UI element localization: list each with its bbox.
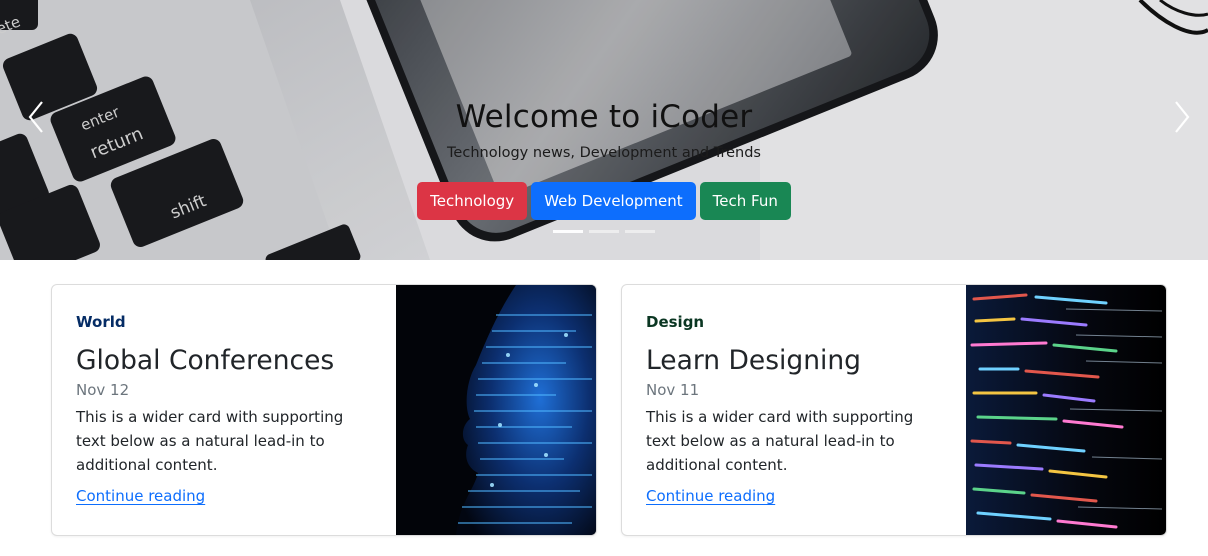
carousel-indicators bbox=[0, 230, 1208, 233]
card-thumbnail-ai-head bbox=[396, 285, 596, 535]
article-card-learn-designing: Design Learn Designing Nov 11 This is a … bbox=[621, 284, 1167, 536]
card-date: Nov 11 bbox=[646, 381, 700, 399]
carousel-subtitle: Technology news, Development and Trends bbox=[447, 145, 761, 161]
card-category: World bbox=[76, 313, 126, 331]
card-body: World Global Conferences Nov 12 This is … bbox=[76, 312, 376, 506]
card-text: This is a wider card with supporting tex… bbox=[76, 408, 344, 474]
card-title: Global Conferences bbox=[76, 345, 335, 376]
carousel-indicator-2[interactable] bbox=[589, 230, 619, 233]
card-date: Nov 12 bbox=[76, 381, 130, 399]
article-card-global-conferences: World Global Conferences Nov 12 This is … bbox=[51, 284, 597, 536]
continue-reading-link[interactable]: Continue reading bbox=[76, 487, 205, 505]
hero-carousel: ete enter return shift Welcome to iCoder bbox=[0, 0, 1208, 260]
carousel-caption: Welcome to iCoder Technology news, Devel… bbox=[0, 96, 1208, 220]
technology-button[interactable]: Technology bbox=[417, 182, 528, 220]
card-body: Design Learn Designing Nov 11 This is a … bbox=[646, 312, 946, 506]
card-text: This is a wider card with supporting tex… bbox=[646, 408, 914, 474]
carousel-title: Welcome to iCoder bbox=[455, 99, 753, 135]
card-category: Design bbox=[646, 313, 705, 331]
web-development-button[interactable]: Web Development bbox=[531, 182, 696, 220]
tech-fun-button[interactable]: Tech Fun bbox=[699, 182, 791, 220]
card-thumbnail-code-screen bbox=[966, 285, 1166, 535]
carousel-button-group: Technology Web Development Tech Fun bbox=[0, 182, 1208, 220]
card-title: Learn Designing bbox=[646, 345, 861, 376]
continue-reading-link[interactable]: Continue reading bbox=[646, 487, 775, 505]
carousel-indicator-1[interactable] bbox=[553, 230, 583, 233]
carousel-indicator-3[interactable] bbox=[625, 230, 655, 233]
